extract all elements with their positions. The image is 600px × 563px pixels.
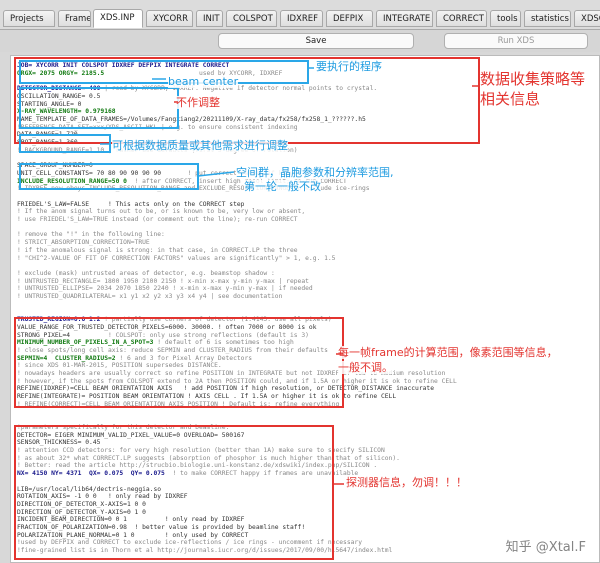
annotation-arrows	[100, 67, 479, 485]
space-group-arrow	[197, 171, 235, 177]
